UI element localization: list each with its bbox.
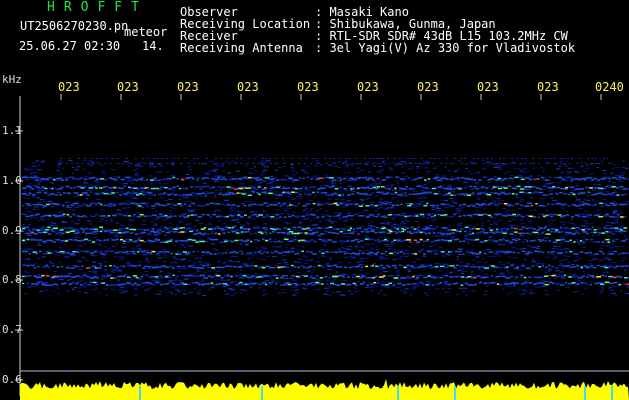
y-tick-label: 0.7 — [2, 323, 22, 336]
x-tick-label: 023 — [237, 80, 259, 94]
x-tick-label: 023 — [357, 80, 379, 94]
antenna-value: : 3el Yagi(V) Az 330 for Vladivostok — [315, 41, 576, 55]
signal-level-trace — [20, 378, 629, 400]
unit-label: kHz — [2, 73, 22, 86]
y-tick-label: 0.9 — [2, 224, 22, 237]
x-tick-label: 023 — [417, 80, 439, 94]
hrofft-window: HROFFT UT2506270230.pn meteor 25.06.27 0… — [0, 0, 629, 400]
antenna-label: Receiving Antenna — [180, 41, 303, 55]
date-time: 25.06.27 02:30 — [19, 39, 121, 53]
spectrogram-noise — [22, 158, 629, 296]
mode-label: meteor — [124, 25, 168, 39]
y-tick-label: 1.0 — [2, 174, 22, 187]
y-tick-label: 1.1 — [2, 124, 22, 137]
file-name: UT2506270230.pn — [20, 19, 129, 33]
spectrogram-canvas — [15, 94, 629, 400]
x-tick-label: 023 — [297, 80, 319, 94]
x-tick-label: 023 — [177, 80, 199, 94]
x-tick-label: 023 — [117, 80, 139, 94]
y-tick-label: 0.8 — [2, 273, 22, 286]
x-tick-label: 023 — [537, 80, 559, 94]
app-title: HROFFT — [47, 0, 148, 15]
x-tick-label: 0240 — [595, 80, 624, 94]
x-tick-label: 023 — [477, 80, 499, 94]
x-tick-label: 023 — [58, 80, 80, 94]
count-label: 14. — [142, 39, 164, 53]
y-tick-label: 0.6 — [2, 373, 22, 386]
